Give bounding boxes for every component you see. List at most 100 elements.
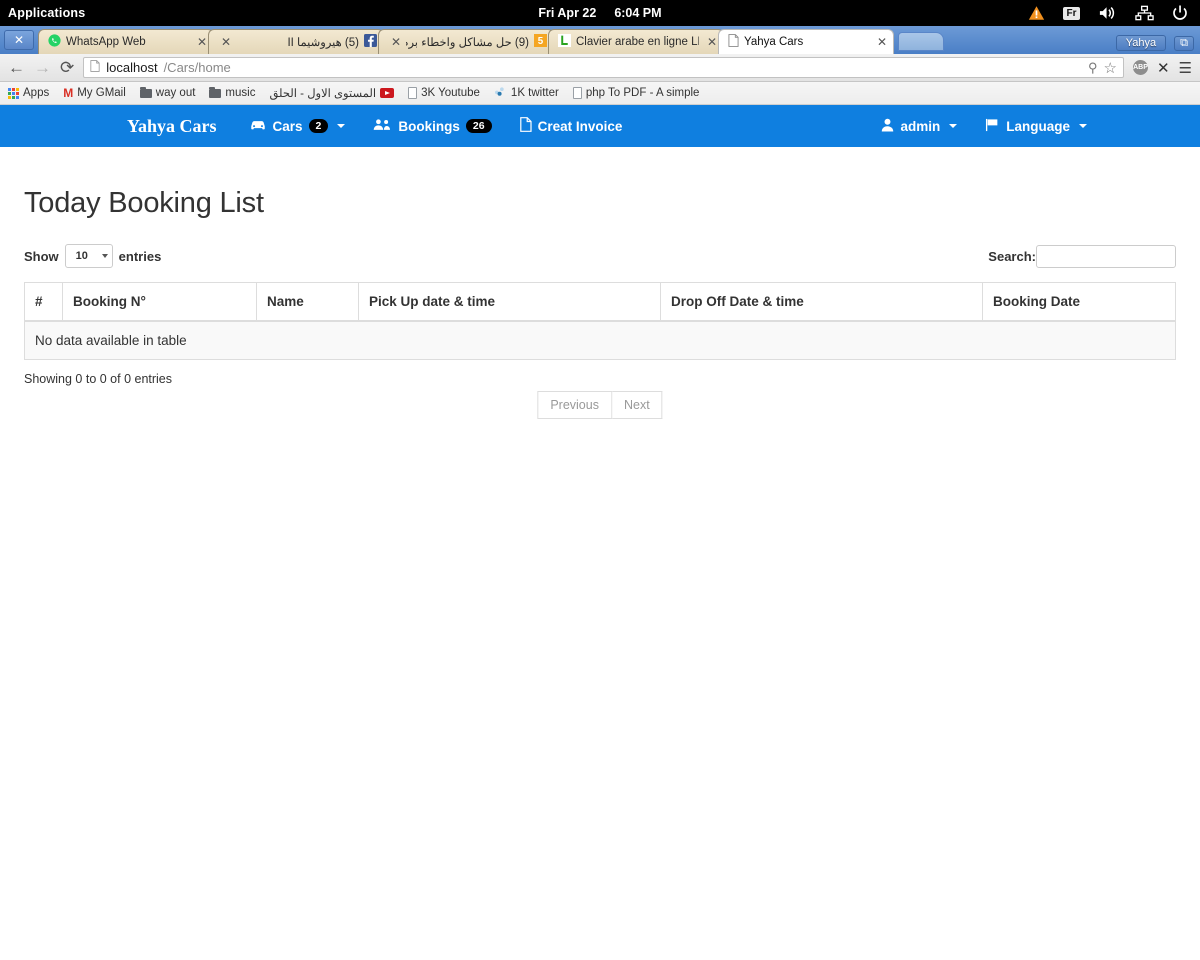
table-header-row: # Booking N° Name Pick Up date & time Dr… xyxy=(25,283,1176,322)
next-page-button[interactable]: Next xyxy=(612,391,663,419)
entries-per-page-value: 10 xyxy=(76,250,88,262)
nav-item-bookings[interactable]: Bookings 26 xyxy=(373,118,491,134)
zoom-out-icon[interactable]: ⚲ xyxy=(1088,60,1098,76)
page-icon xyxy=(408,87,417,99)
table-body: No data available in table xyxy=(25,321,1176,360)
window-close-button[interactable]: ✕ xyxy=(4,30,34,50)
table-row-empty: No data available in table xyxy=(25,321,1176,360)
browser-toolbar: ← → ⟳ localhost/Cars/home ⚲ ☆ ABP ✕ ☰ xyxy=(0,54,1200,82)
page-content: Yahya Cars Cars 2 Bookings 26 xyxy=(0,105,1200,958)
new-tab-button[interactable] xyxy=(898,32,944,51)
search-label: Search: xyxy=(988,249,1036,264)
page-title: Today Booking List xyxy=(24,187,1176,220)
entries-per-page-select[interactable]: 10 xyxy=(65,244,113,268)
tab-clavier-arabe[interactable]: Clavier arabe en ligne LEX ✕ xyxy=(548,29,724,54)
adblock-plus-icon[interactable]: ABP xyxy=(1133,60,1148,75)
column-header-index[interactable]: # xyxy=(25,283,63,322)
bookmark-1k-twitter[interactable]: 1K twitter xyxy=(494,86,559,100)
bookmark-music[interactable]: music xyxy=(209,87,255,99)
os-top-bar: Applications Fri Apr 22 6:04 PM Fr xyxy=(0,0,1200,26)
search-filter: Search: xyxy=(988,245,1176,268)
bookmark-star-icon[interactable]: ☆ xyxy=(1104,59,1117,77)
gmail-icon: M xyxy=(63,87,73,99)
brand-logo[interactable]: Yahya Cars xyxy=(127,116,217,137)
tab-facebook[interactable]: (5) هيروشيما II ✕ xyxy=(208,29,384,54)
restore-window-button[interactable]: ⧉ xyxy=(1174,36,1194,51)
tab-title: Yahya Cars xyxy=(744,36,869,48)
show-label: Show xyxy=(24,249,59,264)
chevron-down-icon xyxy=(949,124,957,128)
tab-arabic-forum[interactable]: 5 (9) حل مشاكل واخطاء برم ✕ xyxy=(378,29,554,54)
close-icon[interactable]: ✕ xyxy=(194,35,207,49)
app-navbar-right: admin Language xyxy=(881,118,1200,135)
menu-icon[interactable]: ☰ xyxy=(1179,59,1192,77)
file-icon xyxy=(520,117,532,135)
x-extension-icon[interactable]: ✕ xyxy=(1157,59,1170,77)
column-header-pickup[interactable]: Pick Up date & time xyxy=(359,283,661,322)
bookmark-arabic-youtube[interactable]: المستوى الاول - الحلق xyxy=(269,86,394,100)
bookings-table: # Booking N° Name Pick Up date & time Dr… xyxy=(24,282,1176,360)
bookmark-php-to-pdf[interactable]: php To PDF - A simple xyxy=(573,87,700,99)
nav-item-cars[interactable]: Cars 2 xyxy=(249,118,346,134)
facebook-icon xyxy=(364,34,377,50)
page-info-icon xyxy=(90,60,100,75)
close-icon[interactable]: ✕ xyxy=(874,35,887,49)
bookmark-label: music xyxy=(225,87,255,99)
tab-title: (9) حل مشاكل واخطاء برم xyxy=(406,35,529,49)
apps-grid-icon xyxy=(8,88,19,99)
column-header-booking-no[interactable]: Booking N° xyxy=(63,283,257,322)
previous-page-button[interactable]: Previous xyxy=(537,391,612,419)
car-icon xyxy=(249,118,267,134)
chevron-down-icon xyxy=(102,254,108,258)
bookmark-label: php To PDF - A simple xyxy=(586,87,700,99)
cars-count-badge: 2 xyxy=(309,119,329,134)
datatable-footer: Showing 0 to 0 of 0 entries Previous Nex… xyxy=(24,372,1176,418)
profile-chip[interactable]: Yahya xyxy=(1116,35,1166,51)
tab-strip: ✕ WhatsApp Web ✕ (5) هيروشيما II ✕ 5 (9)… xyxy=(0,26,1200,54)
bookmark-label: My GMail xyxy=(77,87,126,99)
nav-item-language[interactable]: Language xyxy=(985,118,1087,135)
flag-icon xyxy=(985,118,1000,135)
bookmark-3k-youtube[interactable]: 3K Youtube xyxy=(408,87,480,99)
user-icon xyxy=(881,118,894,135)
nav-item-create-invoice[interactable]: Creat Invoice xyxy=(520,117,623,135)
close-icon[interactable]: ✕ xyxy=(218,35,231,49)
page-icon xyxy=(573,87,582,99)
url-host: localhost xyxy=(106,60,157,75)
back-icon[interactable]: ← xyxy=(8,58,25,78)
nav-label: Bookings xyxy=(398,119,460,134)
forward-icon[interactable]: → xyxy=(34,58,51,78)
column-header-booking-date[interactable]: Booking Date xyxy=(983,283,1176,322)
bookmark-way-out[interactable]: way out xyxy=(140,87,196,99)
reload-icon[interactable]: ⟳ xyxy=(60,58,74,78)
lexilogos-icon xyxy=(558,34,571,50)
close-icon[interactable]: ✕ xyxy=(704,35,717,49)
bookmarks-bar: Apps M My GMail way out music المستوى ال… xyxy=(0,82,1200,105)
column-header-dropoff[interactable]: Drop Off Date & time xyxy=(661,283,983,322)
nav-label: Language xyxy=(1006,119,1070,134)
bookmark-my-gmail[interactable]: M My GMail xyxy=(63,87,126,99)
folder-icon xyxy=(140,89,152,98)
tab-whatsapp-web[interactable]: WhatsApp Web ✕ xyxy=(38,29,214,54)
nav-label: Cars xyxy=(273,119,303,134)
close-icon[interactable]: ✕ xyxy=(388,35,401,49)
whatsapp-icon xyxy=(48,34,61,50)
column-header-name[interactable]: Name xyxy=(257,283,359,322)
entries-length-control: Show 10 entries xyxy=(24,244,161,268)
url-path: /Cars/home xyxy=(164,60,231,75)
tab-yahya-cars[interactable]: Yahya Cars ✕ xyxy=(718,29,894,54)
bookmark-apps[interactable]: Apps xyxy=(8,87,49,99)
bookmark-label: way out xyxy=(156,87,196,99)
folder-icon xyxy=(209,89,221,98)
search-input[interactable] xyxy=(1036,245,1176,268)
address-bar[interactable]: localhost/Cars/home ⚲ ☆ xyxy=(83,57,1124,78)
tab-title: Clavier arabe en ligne LEX xyxy=(576,36,699,48)
table-info-text: Showing 0 to 0 of 0 entries xyxy=(24,372,1176,386)
os-clock: Fri Apr 22 6:04 PM xyxy=(0,6,1200,20)
tab-title: WhatsApp Web xyxy=(66,36,189,48)
nav-label: Creat Invoice xyxy=(538,119,623,134)
pagination: Previous Next xyxy=(537,391,662,419)
nav-label: admin xyxy=(900,119,940,134)
address-bar-actions: ⚲ ☆ xyxy=(1088,59,1117,77)
nav-item-admin[interactable]: admin xyxy=(881,118,957,135)
